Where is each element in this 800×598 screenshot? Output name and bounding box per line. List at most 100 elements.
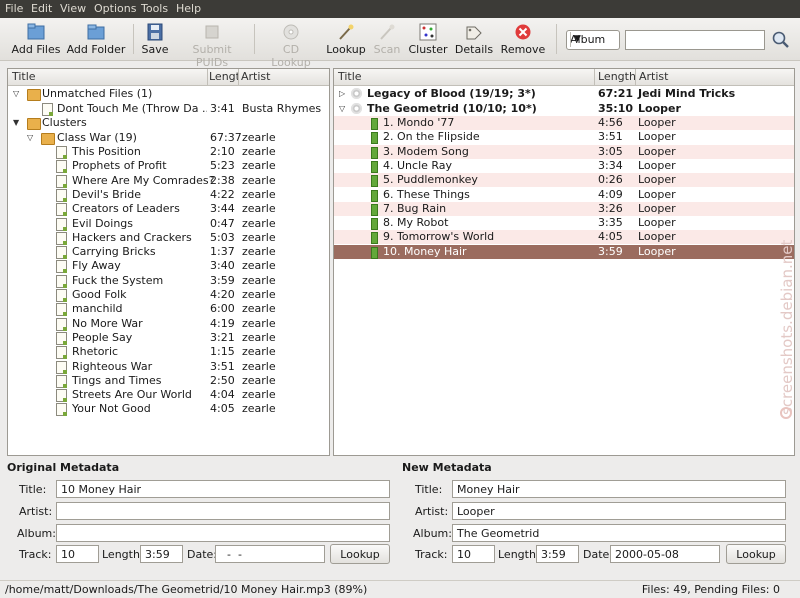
lookup-button[interactable]: Lookup — [326, 20, 366, 58]
add-folder-button[interactable]: Add Folder — [66, 20, 126, 58]
submit-icon — [205, 25, 219, 39]
column-title[interactable]: Title — [338, 70, 362, 83]
file-icon — [56, 174, 67, 188]
menu-tools[interactable]: Tools — [141, 2, 168, 15]
cluster-file-row[interactable]: Hackers and Crackers 5:03 zearle — [8, 231, 329, 245]
cluster-file-row[interactable]: Evil Doings 0:47 zearle — [8, 217, 329, 231]
original-lookup-button[interactable]: Lookup — [330, 544, 390, 564]
original-date-field[interactable]: - - — [215, 545, 325, 563]
menu-view[interactable]: View — [60, 2, 86, 15]
clusters-row[interactable]: ▼ Clusters — [8, 116, 329, 130]
expand-triangle-icon[interactable]: ▽ — [13, 87, 19, 101]
cluster-button[interactable]: Cluster — [408, 20, 448, 58]
original-track-field[interactable]: 10 — [56, 545, 99, 563]
new-title-field[interactable]: Money Hair — [452, 480, 786, 498]
track-status-icon — [371, 118, 378, 130]
save-button[interactable]: Save — [138, 20, 172, 58]
menu-bar: File Edit View Options Tools Help — [0, 0, 800, 18]
cd-icon — [351, 88, 362, 99]
track-row[interactable]: 3. Modem Song 3:05 Looper — [334, 144, 794, 159]
original-track-label: Track: — [19, 548, 52, 561]
track-row[interactable]: 8. My Robot 3:35 Looper — [334, 216, 794, 231]
cluster-file-row[interactable]: Righteous War 3:51 zearle — [8, 360, 329, 374]
original-artist-field[interactable] — [56, 502, 390, 520]
album-row[interactable]: ▽ The Geometrid (10/10; 10*) 35:10 Loope… — [334, 102, 794, 116]
menu-help[interactable]: Help — [176, 2, 201, 15]
file-icon — [56, 289, 67, 302]
cluster-file-row[interactable]: People Say 3:21 zearle — [8, 331, 329, 345]
column-artist[interactable]: Artist — [639, 70, 668, 83]
add-files-button[interactable]: Add Files — [10, 20, 62, 58]
track-row[interactable]: 7. Bug Rain 3:26 Looper — [334, 201, 794, 216]
column-length[interactable]: Length — [598, 70, 636, 83]
details-button[interactable]: Details — [454, 20, 494, 58]
cluster-file-row[interactable]: Tings and Times 2:50 zearle — [8, 374, 329, 388]
track-row[interactable]: 4. Uncle Ray 3:34 Looper — [334, 159, 794, 173]
toolbar-separator — [133, 24, 134, 54]
column-length[interactable]: Length — [209, 70, 239, 83]
original-title-field[interactable]: 10 Money Hair — [56, 480, 390, 498]
menu-file[interactable]: File — [5, 2, 23, 15]
file-icon — [56, 146, 67, 159]
track-row[interactable]: 1. Mondo '77 4:56 Looper — [334, 116, 794, 130]
new-length-field[interactable]: 3:59 — [536, 545, 579, 563]
remove-button[interactable]: Remove — [500, 20, 546, 58]
cluster-file-row[interactable]: Carrying Bricks 1:37 zearle — [8, 245, 329, 260]
search-icon[interactable] — [771, 30, 791, 50]
expand-triangle-icon[interactable]: ▼ — [13, 116, 19, 130]
cluster-file-row[interactable]: Your Not Good 4:05 zearle — [8, 402, 329, 417]
cluster-file-row[interactable]: This Position 2:10 zearle — [8, 145, 329, 159]
collapsed-triangle-icon[interactable]: ▷ — [339, 87, 345, 101]
cluster-row[interactable]: ▽ Class War (19) 67:37 zearle — [8, 131, 329, 145]
new-lookup-button[interactable]: Lookup — [726, 544, 786, 564]
cluster-file-row[interactable]: Streets Are Our World 4:04 zearle — [8, 388, 329, 403]
menu-edit[interactable]: Edit — [31, 2, 52, 15]
new-artist-label: Artist: — [415, 505, 449, 518]
scan-button[interactable]: Scan — [372, 20, 402, 58]
cluster-file-row[interactable]: manchild 6:00 zearle — [8, 302, 329, 317]
cluster-file-row[interactable]: Fuck the System 3:59 zearle — [8, 274, 329, 288]
file-icon — [56, 303, 67, 317]
cluster-file-row[interactable]: Creators of Leaders 3:44 zearle — [8, 202, 329, 217]
search-type-select[interactable]: Album ▼ — [566, 30, 620, 50]
expand-triangle-icon[interactable]: ▽ — [339, 102, 345, 116]
original-length-field[interactable]: 3:59 — [140, 545, 183, 563]
track-status-icon — [371, 189, 378, 202]
toolbar: Add Files Add Folder Save Submit PUIDs C… — [0, 18, 800, 69]
search-input[interactable] — [625, 30, 765, 50]
column-artist[interactable]: Artist — [241, 70, 270, 83]
status-bar: /home/matt/Downloads/The Geometrid/10 Mo… — [0, 580, 800, 598]
file-icon — [56, 246, 67, 260]
cluster-file-row[interactable]: Good Folk 4:20 zearle — [8, 288, 329, 302]
cluster-file-row[interactable]: No More War 4:19 zearle — [8, 317, 329, 331]
unmatched-file-row[interactable]: Dont Touch Me (Throw Da ... 3:41 Busta R… — [8, 102, 329, 116]
original-album-field[interactable] — [56, 524, 390, 542]
cd-lookup-button[interactable]: CD Lookup — [262, 20, 320, 69]
track-row[interactable]: 2. On the Flipside 3:51 Looper — [334, 130, 794, 145]
track-row[interactable]: 9. Tomorrow's World 4:05 Looper — [334, 230, 794, 245]
track-row[interactable]: 6. These Things 4:09 Looper — [334, 188, 794, 202]
new-album-field[interactable]: The Geometrid — [452, 524, 786, 542]
album-tree-pane: Title Length Artist ▷ Legacy of Blood (1… — [333, 68, 795, 456]
expand-triangle-icon[interactable]: ▽ — [27, 131, 33, 145]
submit-puids-button[interactable]: Submit PUIDs — [176, 20, 248, 69]
column-title[interactable]: Title — [12, 70, 36, 83]
cluster-file-row[interactable]: Prophets of Profit 5:23 zearle — [8, 159, 329, 174]
cluster-file-row[interactable]: Rhetoric 1:15 zearle — [8, 345, 329, 360]
menu-options[interactable]: Options — [94, 2, 136, 15]
cd-icon — [351, 103, 362, 114]
file-icon — [42, 103, 53, 116]
new-artist-field[interactable]: Looper — [452, 502, 786, 520]
cluster-file-row[interactable]: Devil's Bride 4:22 zearle — [8, 188, 329, 202]
album-row[interactable]: ▷ Legacy of Blood (19/19; 3*) 67:21 Jedi… — [334, 87, 794, 101]
unmatched-files-row[interactable]: ▽ Unmatched Files (1) — [8, 87, 329, 101]
track-row[interactable]: 5. Puddlemonkey 0:26 Looper — [334, 173, 794, 188]
cluster-file-row[interactable]: Where Are My Comrades? 2:38 zearle — [8, 174, 329, 188]
file-icon — [56, 203, 67, 217]
new-metadata-heading: New Metadata — [402, 461, 492, 474]
file-icon — [56, 260, 67, 274]
new-track-field[interactable]: 10 — [452, 545, 495, 563]
new-date-field[interactable]: 2000-05-08 — [610, 545, 720, 563]
track-row-selected[interactable]: 10. Money Hair 3:59 Looper — [334, 244, 794, 259]
cluster-file-row[interactable]: Fly Away 3:40 zearle — [8, 259, 329, 274]
